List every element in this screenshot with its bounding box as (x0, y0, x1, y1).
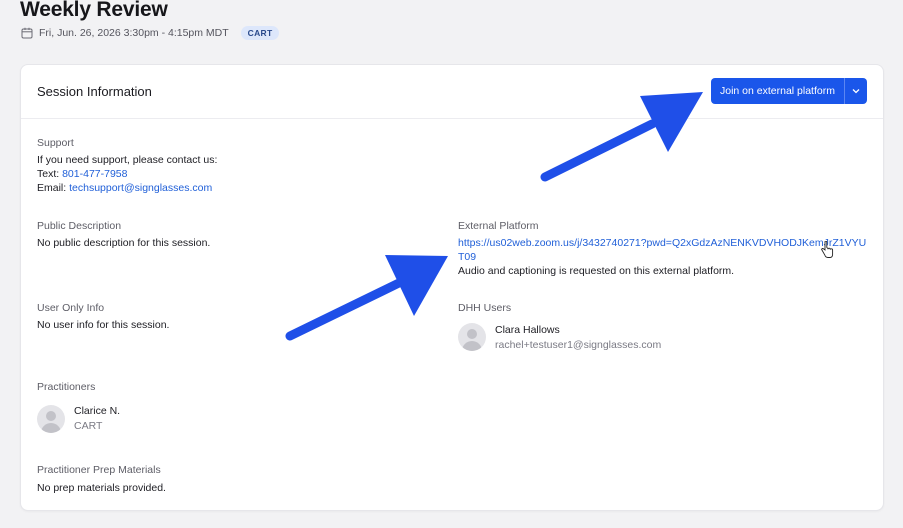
public-description-value: No public description for this session. (37, 237, 211, 249)
avatar (37, 405, 65, 433)
join-external-platform-button[interactable]: Join on external platform (711, 78, 844, 104)
join-button-group: Join on external platform (711, 78, 867, 104)
practitioner-role: CART (74, 420, 103, 432)
external-platform-url-line1[interactable]: https://us02web.zoom.us/j/3432740271?pwd… (458, 236, 866, 250)
support-email-prefix: Email: (37, 182, 70, 194)
support-text-prefix: Text: (37, 168, 63, 180)
session-meta: Fri, Jun. 26, 2026 3:30pm - 4:15pm MDT C… (21, 26, 280, 40)
chevron-down-icon (852, 89, 860, 94)
support-email-line: Email: techsupport@signglasses.com (37, 181, 212, 195)
prep-materials-label: Practitioner Prep Materials (37, 464, 161, 476)
dhh-users-label: DHH Users (458, 302, 512, 314)
external-platform-label: External Platform (458, 220, 539, 232)
session-date: Fri, Jun. 26, 2026 3:30pm - 4:15pm MDT (39, 27, 229, 39)
user-only-info-value: No user info for this session. (37, 319, 170, 331)
hand-pointer-icon (821, 241, 834, 258)
prep-materials-value: No prep materials provided. (37, 482, 166, 494)
public-description-label: Public Description (37, 220, 122, 232)
practitioners-label: Practitioners (37, 381, 96, 393)
support-line: If you need support, please contact us: (37, 154, 218, 166)
dhh-user-email: rachel+testuser1@signglasses.com (495, 339, 662, 351)
calendar-icon (21, 27, 33, 39)
service-badge: CART (240, 26, 280, 40)
practitioner-name: Clarice N. (74, 405, 121, 417)
page-title: Weekly Review (20, 0, 168, 21)
join-options-dropdown[interactable] (843, 78, 867, 104)
external-platform-url-line2[interactable]: T09 (458, 250, 476, 264)
support-phone-link[interactable]: 801-477-7958 (62, 168, 127, 180)
support-email-link[interactable]: techsupport@signglasses.com (69, 182, 212, 194)
user-only-info-label: User Only Info (37, 302, 105, 314)
support-text-line: Text: 801-477-7958 (37, 167, 127, 181)
card-header: Session Information Join on external pla… (21, 65, 883, 119)
dhh-user-name: Clara Hallows (495, 324, 560, 336)
external-platform-note: Audio and captioning is requested on thi… (458, 265, 735, 277)
avatar (458, 323, 486, 351)
card-title: Session Information (37, 84, 152, 99)
session-info-card: Session Information Join on external pla… (20, 64, 884, 511)
support-label: Support (37, 137, 74, 149)
